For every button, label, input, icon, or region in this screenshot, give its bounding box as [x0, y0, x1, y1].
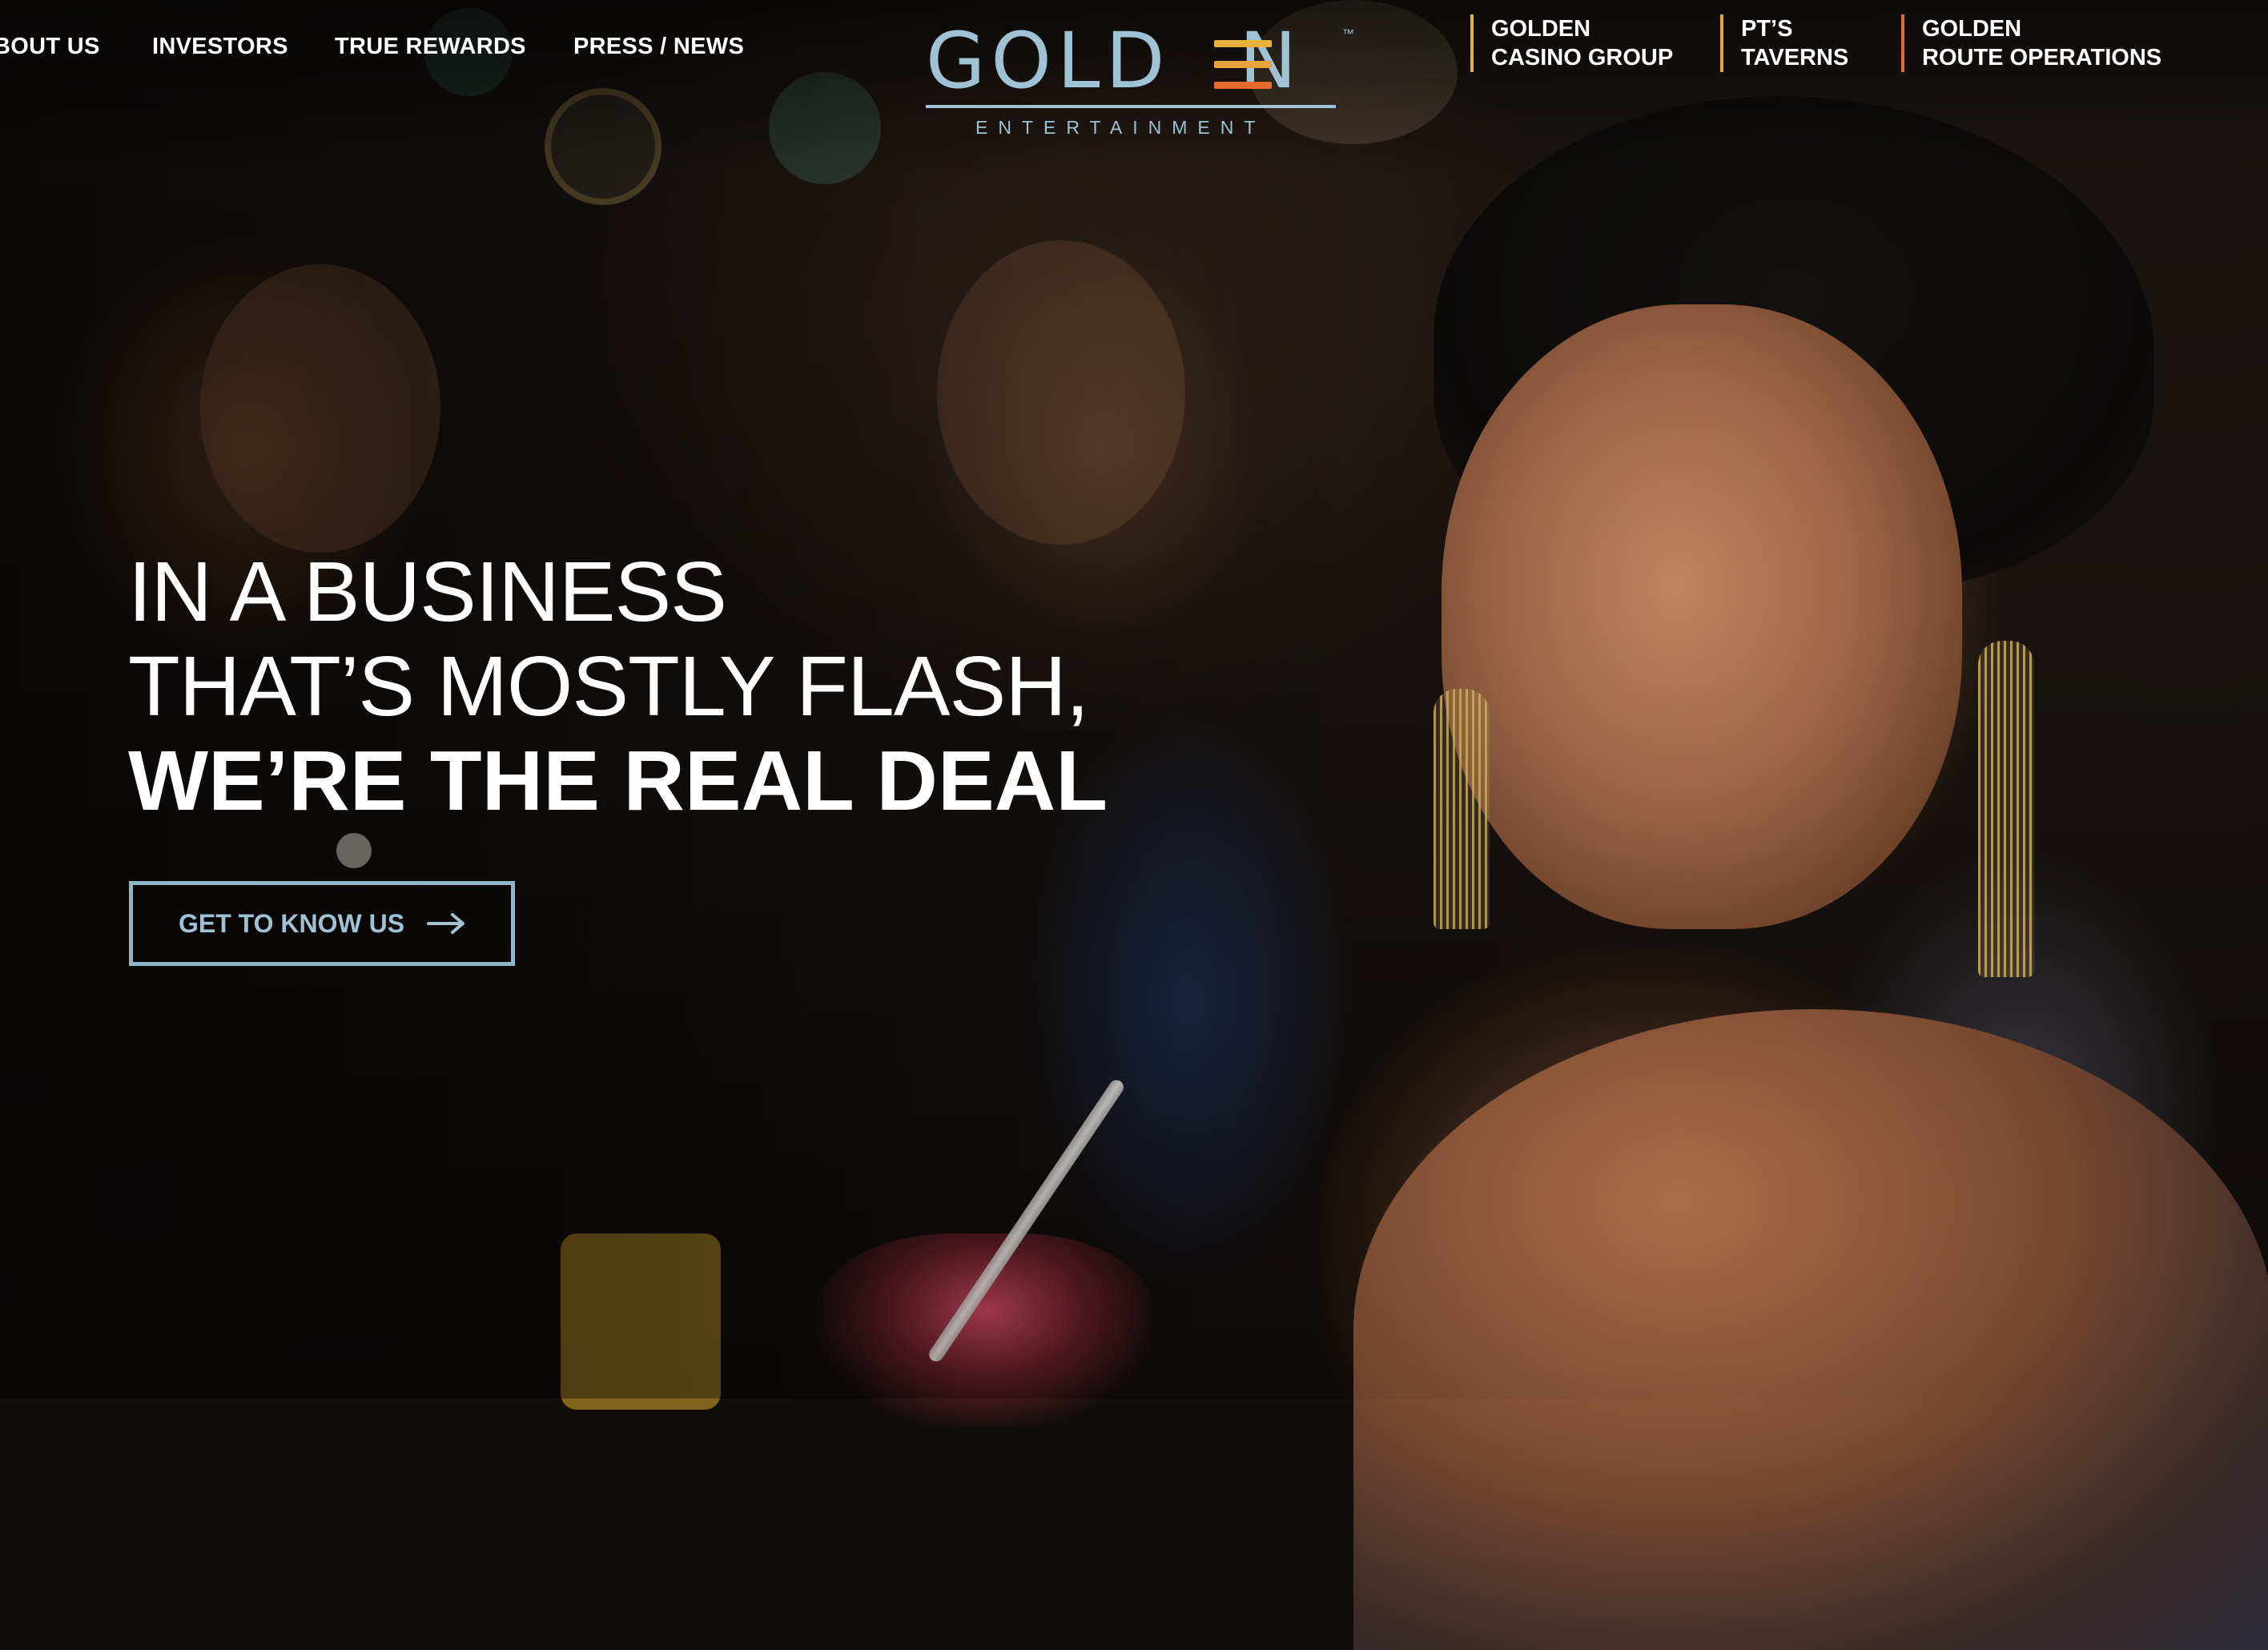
- hero-headline: IN A BUSINESS THAT’S MOSTLY FLASH, WE’RE…: [128, 545, 1108, 828]
- brand-line1: GOLDEN: [1491, 16, 1591, 42]
- golden-entertainment-logo[interactable]: GOLD N ™ ENTERTAINMENT: [926, 21, 1358, 141]
- get-to-know-us-button[interactable]: GET TO KNOW US: [129, 881, 515, 966]
- logo-trademark: ™: [1342, 27, 1354, 41]
- logo-e-bars-icon: [1214, 40, 1272, 90]
- brand-golden-casino-group[interactable]: GOLDEN CASINO GROUP: [1470, 14, 1673, 72]
- logo-word-start: GOLD: [926, 16, 1171, 106]
- headline-line-1: IN A BUSINESS: [128, 545, 727, 639]
- brand-golden-route-operations[interactable]: GOLDEN ROUTE OPERATIONS: [1901, 14, 2161, 72]
- logo-e-bar-bottom: [1214, 82, 1272, 89]
- brand-line1: GOLDEN: [1922, 16, 2022, 42]
- nav-investors[interactable]: INVESTORS: [152, 30, 288, 62]
- brand-pts-taverns[interactable]: PT’S TAVERNS: [1720, 14, 1848, 72]
- brand-line2: ROUTE OPERATIONS: [1922, 45, 2162, 70]
- brand-line2: CASINO GROUP: [1491, 45, 1674, 70]
- logo-e-bar-top: [1214, 40, 1272, 47]
- brand-line1: PT’S: [1741, 16, 1793, 42]
- logo-wordmark: GOLD N: [926, 21, 1358, 101]
- headline-line-3: WE’RE THE REAL DEAL: [128, 734, 1108, 828]
- nav-about-us[interactable]: BOUT US: [0, 30, 100, 62]
- logo-subtitle: ENTERTAINMENT: [975, 117, 1266, 138]
- nav-press-news[interactable]: PRESS / NEWS: [573, 30, 744, 62]
- brand-line2: TAVERNS: [1741, 45, 1849, 70]
- logo-underline: [926, 105, 1336, 108]
- nav-true-rewards[interactable]: TRUE REWARDS: [335, 30, 526, 62]
- logo-e-bar-middle: [1214, 61, 1272, 68]
- arrow-right-icon: [427, 913, 465, 934]
- cta-label: GET TO KNOW US: [178, 908, 405, 938]
- headline-line-2: THAT’S MOSTLY FLASH,: [128, 639, 1089, 734]
